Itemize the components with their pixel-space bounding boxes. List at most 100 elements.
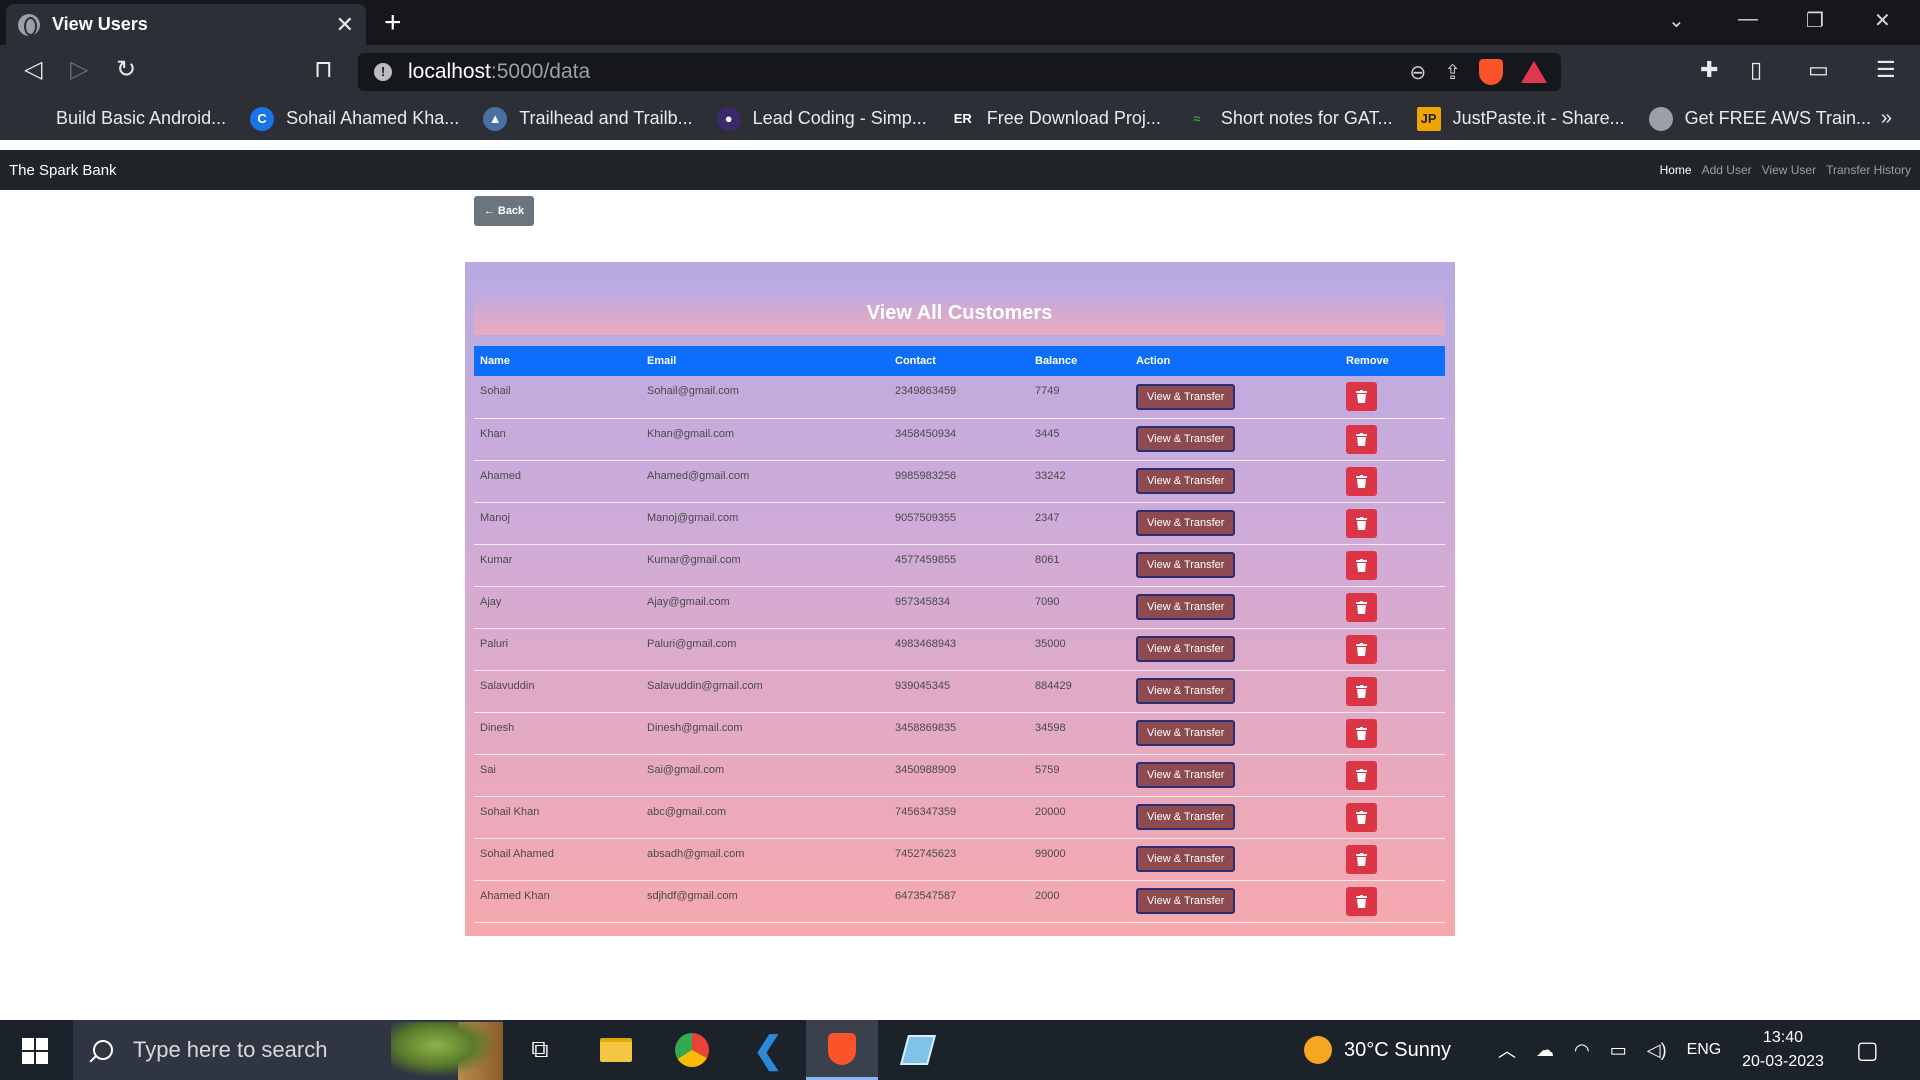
delete-customer-button[interactable] [1346, 382, 1377, 412]
bookmark-icon[interactable]: ⊓ [314, 55, 333, 84]
view-transfer-button[interactable]: View & Transfer [1136, 804, 1236, 830]
weather-text: 30°C Sunny [1344, 1038, 1451, 1061]
network-icon[interactable]: ◠ [1574, 1040, 1590, 1061]
view-transfer-button[interactable]: View & Transfer [1136, 762, 1236, 788]
minimize-icon[interactable]: — [1738, 8, 1758, 31]
more-bookmarks-icon[interactable]: » [1881, 107, 1892, 130]
delete-customer-button[interactable] [1346, 844, 1377, 874]
view-transfer-button[interactable]: View & Transfer [1136, 720, 1236, 746]
volume-icon[interactable]: ◁) [1647, 1040, 1667, 1061]
view-transfer-button[interactable]: View & Transfer [1136, 846, 1236, 872]
share-icon[interactable]: ⇪ [1444, 60, 1461, 85]
delete-customer-button[interactable] [1346, 424, 1377, 454]
brave-shields-icon[interactable] [1479, 59, 1503, 85]
new-tab-button[interactable]: + [384, 6, 402, 40]
back-nav-icon[interactable]: ◁ [24, 55, 42, 84]
view-transfer-button[interactable]: View & Transfer [1136, 468, 1236, 494]
nav-add-user-link[interactable]: Add User [1702, 163, 1752, 177]
menu-icon[interactable]: ☰ [1876, 57, 1896, 83]
view-transfer-button[interactable]: View & Transfer [1136, 678, 1236, 704]
site-info-icon[interactable]: ! [374, 63, 392, 81]
bookmark-label: Sohail Ahamed Kha... [286, 108, 460, 128]
bookmark-item[interactable]: Get FREE AWS Train... [1648, 106, 1871, 131]
view-transfer-button[interactable]: View & Transfer [1136, 510, 1236, 536]
customer-action-cell: View & Transfer [1130, 418, 1340, 460]
battery-icon[interactable]: ▭ [1610, 1040, 1627, 1061]
delete-customer-button[interactable] [1346, 634, 1377, 664]
reload-icon[interactable]: ↻ [116, 55, 136, 84]
task-view-icon[interactable]: ⧉ [504, 1020, 576, 1080]
customer-name: Dinesh [480, 721, 515, 734]
extensions-icon[interactable]: ✚ [1700, 57, 1718, 83]
tab-search-icon[interactable]: ⌄ [1668, 8, 1685, 33]
delete-customer-button[interactable] [1346, 508, 1377, 538]
taskbar-search[interactable]: Type here to search [73, 1020, 503, 1080]
windows-start-icon[interactable] [22, 1038, 48, 1064]
delete-customer-button[interactable] [1346, 718, 1377, 748]
language-indicator[interactable]: ENG [1687, 1041, 1722, 1059]
table-row: Sohail Ahamed absadh@gmail.com 7452745623 9… [474, 838, 1445, 880]
delete-customer-button[interactable] [1346, 886, 1377, 916]
bookmark-item[interactable]: C Sohail Ahamed Kha... [250, 106, 460, 131]
bookmark-label: Trailhead and Trailb... [519, 108, 693, 128]
delete-customer-button[interactable] [1346, 592, 1377, 622]
bookmark-item[interactable]: ● Lead Coding - Simp... [716, 106, 927, 131]
bookmarks-bar: Build Basic Android... C Sohail Ahamed Kh… [0, 97, 1920, 140]
view-transfer-button[interactable]: View & Transfer [1136, 594, 1236, 620]
zoom-icon[interactable]: ⊖ [1409, 60, 1426, 85]
bookmark-favicon-icon: C [250, 106, 275, 131]
view-transfer-button[interactable]: View & Transfer [1136, 888, 1236, 914]
onedrive-icon[interactable]: ☁ [1536, 1040, 1554, 1061]
nav-home-link[interactable]: Home [1660, 163, 1692, 177]
notifications-icon[interactable]: ▢ [1856, 1036, 1879, 1065]
back-button[interactable]: ← Back [474, 196, 534, 226]
nav-view-user-link[interactable]: View User [1762, 163, 1816, 177]
table-row: Ahamed Ahamed@gmail.com 9985983256 33242 Vie… [474, 460, 1445, 502]
trash-icon [1356, 600, 1367, 614]
view-transfer-button[interactable]: View & Transfer [1136, 636, 1236, 662]
brand-logo[interactable]: The Spark Bank [9, 162, 117, 179]
restore-icon[interactable]: ❐ [1806, 8, 1824, 33]
bookmark-favicon-icon: JP [1416, 106, 1441, 131]
url-bar[interactable]: ! localhost :5000/data ⊖ ⇪ [358, 53, 1561, 91]
delete-customer-button[interactable] [1346, 760, 1377, 790]
bookmark-item[interactable]: ≈ Short notes for GAT... [1184, 106, 1393, 131]
wallet-icon[interactable]: ▭ [1808, 57, 1829, 83]
vscode-icon[interactable]: ❮ [732, 1020, 804, 1080]
clock[interactable]: 13:40 20-03-2023 [1738, 1026, 1828, 1074]
nav-transfer-history-link[interactable]: Transfer History [1826, 163, 1911, 177]
bookmark-item[interactable]: ▲ Trailhead and Trailb... [483, 106, 693, 131]
bookmark-label: Lead Coding - Simp... [752, 108, 927, 128]
bookmark-favicon-icon: ▲ [483, 106, 508, 131]
delete-customer-button[interactable] [1346, 676, 1377, 706]
notepad-icon[interactable] [882, 1020, 954, 1080]
brave-taskbar-icon[interactable] [806, 1020, 878, 1080]
bookmark-item[interactable]: Build Basic Android... [20, 106, 226, 131]
view-transfer-button[interactable]: View & Transfer [1136, 552, 1236, 578]
bookmark-favicon-icon: ● [716, 106, 741, 131]
view-transfer-button[interactable]: View & Transfer [1136, 426, 1236, 452]
file-explorer-icon[interactable] [580, 1020, 652, 1080]
chrome-icon[interactable] [656, 1020, 728, 1080]
url-path: :5000/data [490, 60, 591, 83]
weather-widget[interactable]: 30°C Sunny [1304, 1020, 1451, 1080]
column-header-action: Action [1136, 355, 1171, 367]
delete-customer-button[interactable] [1346, 466, 1377, 496]
sidebar-icon[interactable]: ▯ [1750, 57, 1762, 83]
close-window-icon[interactable]: ✕ [1874, 8, 1891, 33]
close-tab-icon[interactable]: ✕ [336, 12, 354, 38]
trash-icon [1356, 768, 1367, 782]
delete-customer-button[interactable] [1346, 550, 1377, 580]
customer-remove-cell [1340, 418, 1445, 460]
forward-nav-icon[interactable]: ▷ [70, 55, 88, 84]
table-header-row: Name Email Contact Balance Action Remove [474, 346, 1445, 376]
show-hidden-icons-icon[interactable]: ︿ [1498, 1037, 1516, 1063]
bookmark-item[interactable]: ER Free Download Proj... [950, 106, 1161, 131]
customer-contact: 4983468943 [895, 637, 957, 650]
brave-rewards-icon[interactable] [1521, 61, 1547, 83]
view-transfer-button[interactable]: View & Transfer [1136, 383, 1236, 410]
customer-remove-cell [1340, 796, 1445, 838]
browser-tab[interactable]: View Users ✕ [6, 4, 366, 45]
bookmark-item[interactable]: JP JustPaste.it - Share... [1416, 106, 1625, 131]
delete-customer-button[interactable] [1346, 802, 1377, 832]
